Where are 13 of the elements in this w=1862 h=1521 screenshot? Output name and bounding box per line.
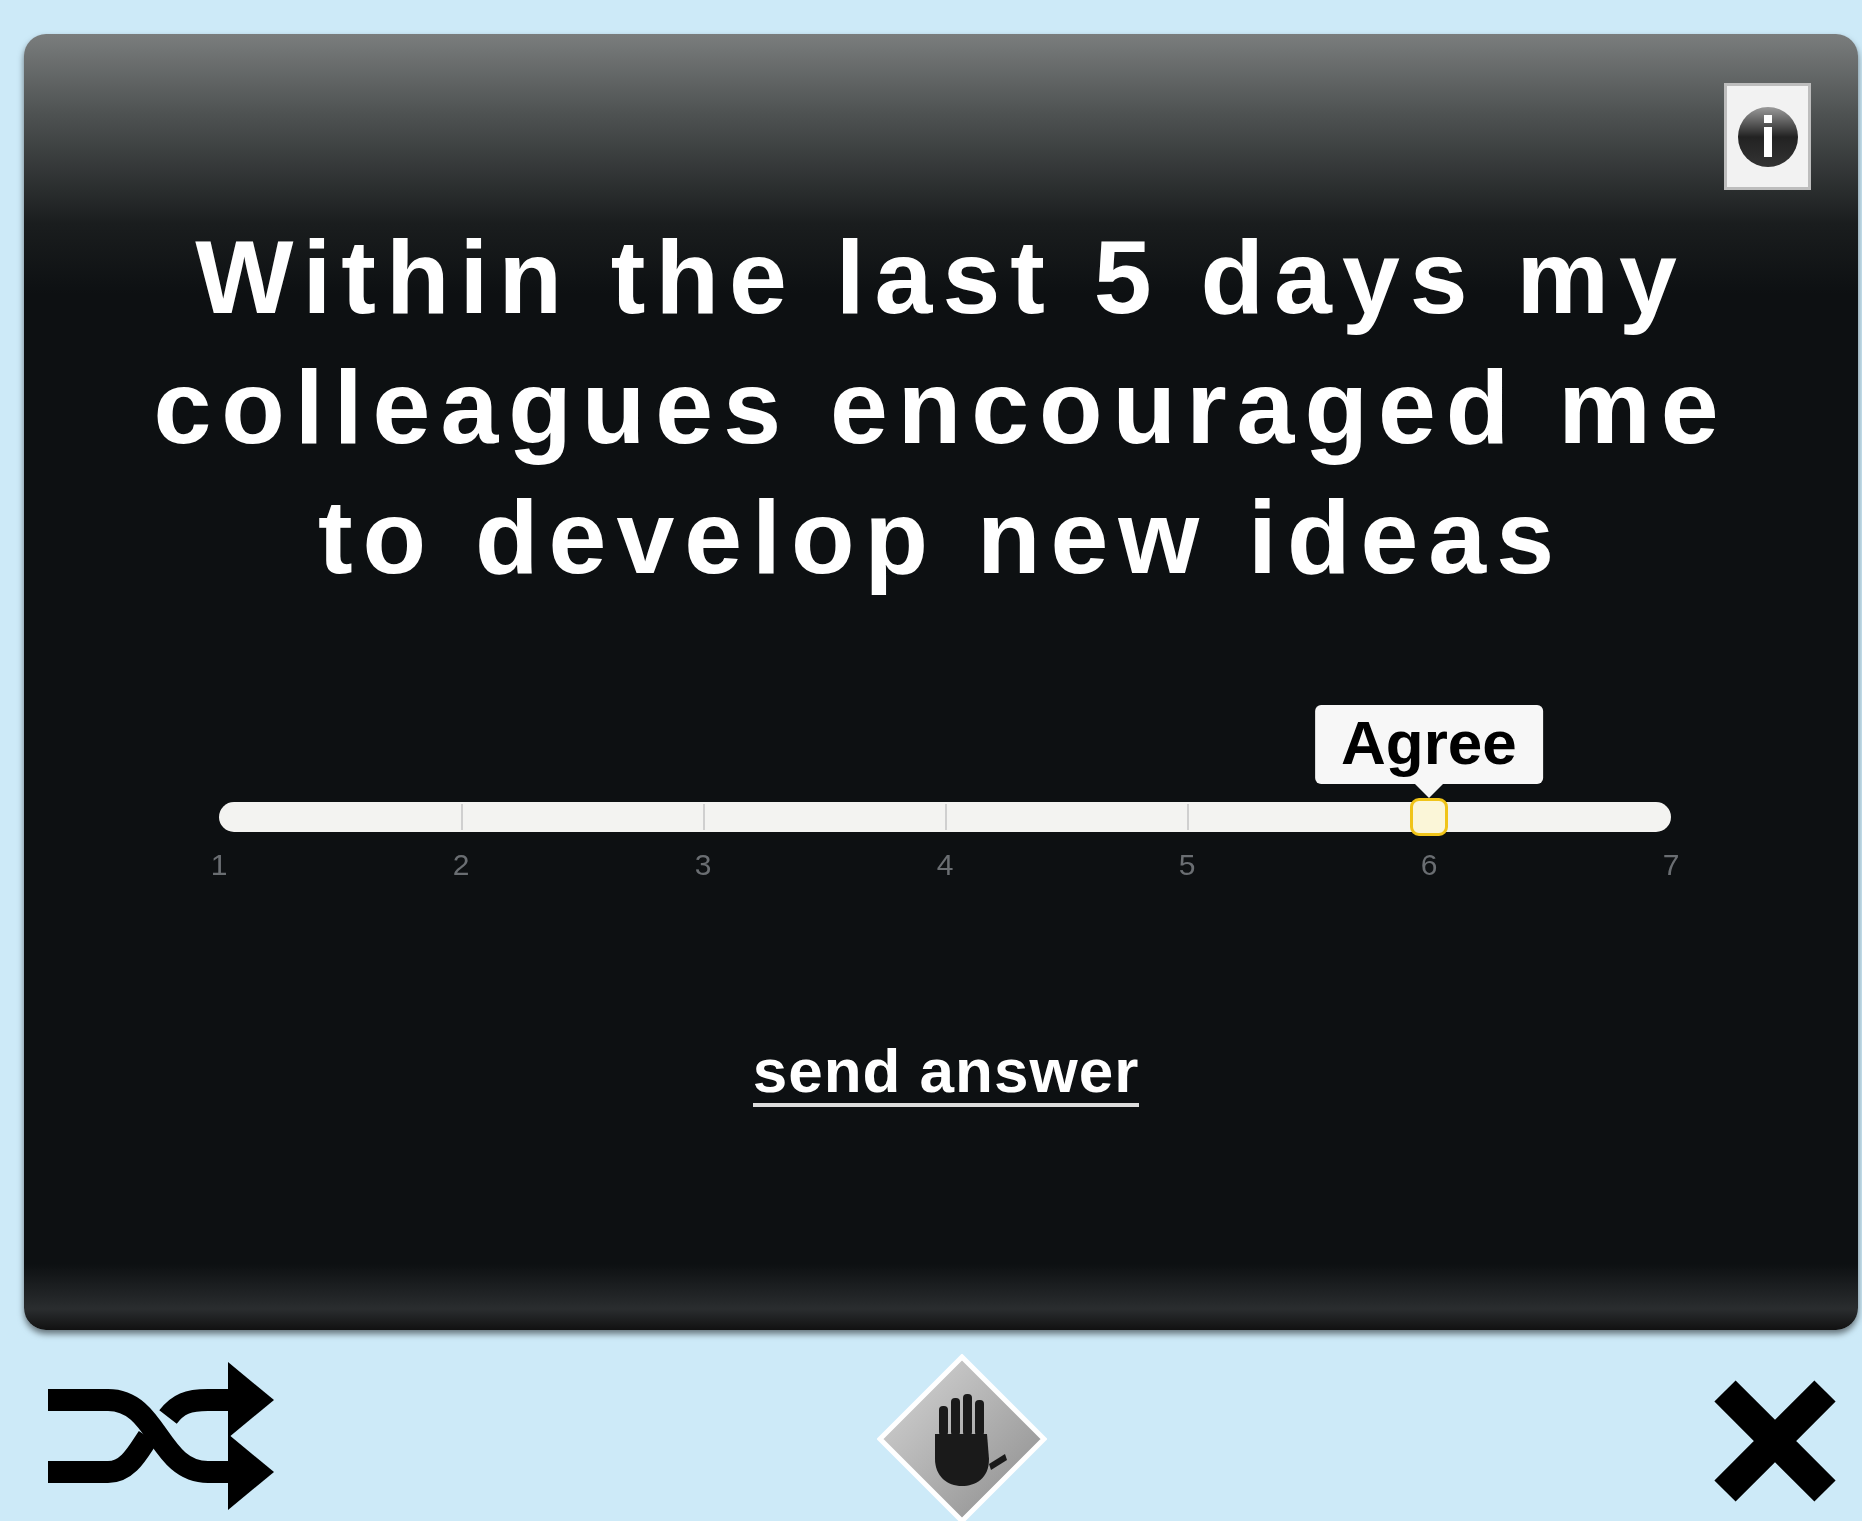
tick-label: 4 [936, 848, 954, 882]
tick-label: 6 [1420, 848, 1438, 882]
send-answer-link[interactable]: send answer [752, 1038, 1140, 1108]
value-tooltip: Agree [1315, 705, 1543, 784]
tick-label: 2 [452, 848, 470, 882]
question-text: Within the last 5 days my colleagues encouraged me to develop new ideas [152, 218, 1730, 597]
tick-label: 5 [1178, 848, 1196, 882]
hand-icon[interactable] [877, 1354, 1047, 1521]
tick-label: 1 [210, 848, 228, 882]
tick-label: 7 [1662, 848, 1680, 882]
slider-thumb[interactable] [1409, 798, 1448, 836]
info-button[interactable] [1724, 83, 1811, 190]
tick-label: 3 [694, 848, 712, 882]
